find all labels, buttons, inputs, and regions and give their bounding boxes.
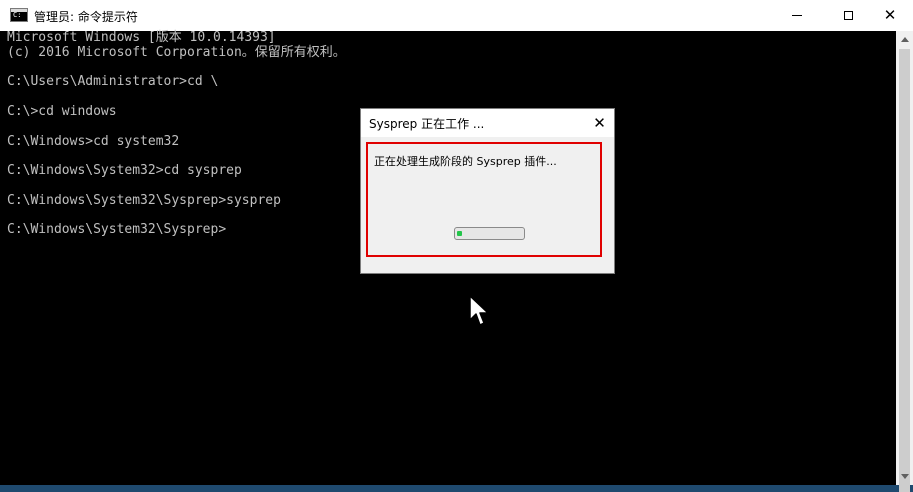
progress-fill	[457, 231, 462, 236]
dialog-message: 正在处理生成阶段的 Sysprep 插件...	[374, 155, 557, 168]
close-icon: ✕	[883, 6, 897, 24]
minimize-icon	[792, 15, 802, 16]
scroll-up-icon[interactable]	[896, 31, 913, 48]
close-button[interactable]: ✕	[867, 0, 913, 31]
cmd-icon	[10, 8, 28, 22]
dialog-title: Sysprep 正在工作 ...	[369, 117, 485, 131]
scroll-thumb[interactable]	[899, 49, 910, 492]
vertical-scrollbar[interactable]	[896, 31, 913, 492]
scroll-down-icon[interactable]	[896, 468, 913, 485]
dialog-close-button[interactable]: ✕	[585, 109, 614, 137]
window-title: 管理员: 命令提示符	[34, 10, 138, 24]
arrow-cursor-icon	[469, 295, 489, 326]
progress-bar	[454, 227, 525, 240]
close-icon: ✕	[593, 114, 606, 132]
minimize-button[interactable]	[774, 0, 820, 31]
dialog-title-bar[interactable]: Sysprep 正在工作 ... ✕	[361, 109, 614, 137]
maximize-icon	[843, 11, 853, 20]
sysprep-dialog: Sysprep 正在工作 ... ✕ 正在处理生成阶段的 Sysprep 插件.…	[360, 108, 615, 274]
title-bar[interactable]: 管理员: 命令提示符 ✕	[0, 0, 913, 32]
dialog-highlight-box: 正在处理生成阶段的 Sysprep 插件...	[366, 142, 602, 257]
maximize-button[interactable]	[825, 0, 871, 31]
